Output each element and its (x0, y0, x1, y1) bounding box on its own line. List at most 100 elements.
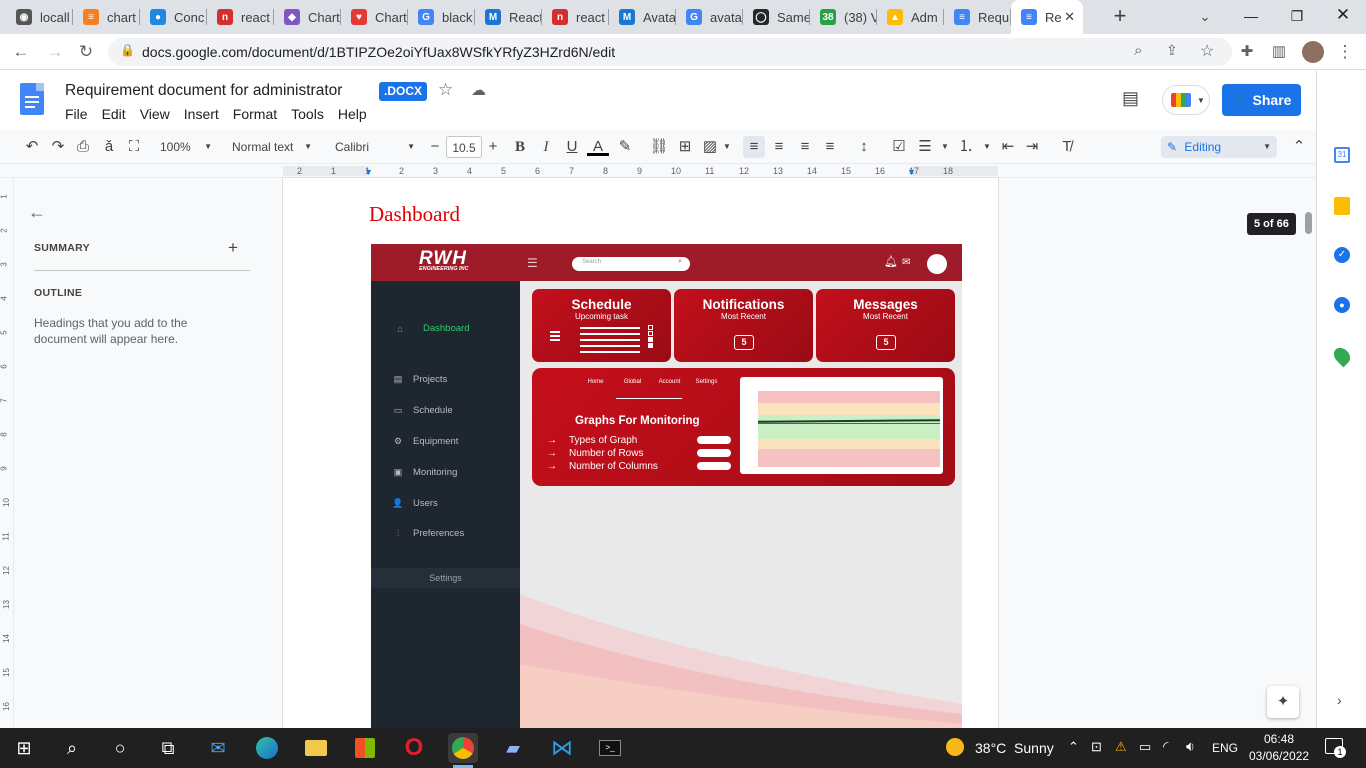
undo-icon[interactable]: ↶ (21, 136, 43, 158)
chevron-down-icon[interactable]: ▼ (934, 136, 956, 158)
redo-icon[interactable]: ↷ (47, 136, 69, 158)
task-view-icon[interactable]: ⧉ (153, 733, 183, 763)
meet-button[interactable]: ▼ (1162, 85, 1210, 115)
document-title[interactable]: Requirement document for administrator (65, 82, 342, 100)
language-indicator[interactable]: ENG (1212, 741, 1238, 755)
zoom-icon[interactable]: ⌕ (1134, 42, 1142, 59)
comments-icon[interactable]: ▤ (1122, 88, 1139, 109)
paint-format-icon[interactable]: ⛶ (123, 136, 145, 158)
text-color-icon[interactable]: A (587, 136, 609, 156)
print-icon[interactable]: ⎙ (72, 136, 94, 158)
mail-app-icon[interactable]: ✉ (203, 733, 233, 763)
browser-tab[interactable]: Gblack (408, 0, 475, 34)
weather-text[interactable]: 38°C Sunny (975, 740, 1054, 756)
zoom-select[interactable]: 100% ▼ (160, 136, 214, 158)
volume-icon[interactable]: 🔉︎ (1186, 738, 1195, 755)
close-tab-icon[interactable]: ✕ (1064, 9, 1075, 25)
browser-tab[interactable]: ♥ Chart (341, 0, 408, 34)
vscode-icon[interactable]: ⋈ (547, 733, 577, 763)
menu-item-view[interactable]: View (133, 106, 177, 124)
new-tab-button[interactable]: + (1108, 5, 1132, 29)
menu-item-format[interactable]: Format (226, 106, 284, 124)
chrome-taskbar-icon[interactable] (448, 733, 478, 763)
bullet-list-icon[interactable]: ☰ (914, 136, 936, 158)
chevron-down-icon[interactable]: ▼ (976, 136, 998, 158)
align-center-icon[interactable]: ≡ (768, 136, 790, 158)
menu-item-insert[interactable]: Insert (177, 106, 226, 124)
battery-icon[interactable]: ▭ (1139, 739, 1151, 755)
decrease-font-icon[interactable]: − (424, 136, 446, 158)
windows-start-icon[interactable]: ⊞ (9, 733, 39, 763)
comment-add-icon[interactable]: ⊞ (674, 136, 696, 158)
menu-item-help[interactable]: Help (331, 106, 374, 124)
scrollbar-thumb[interactable] (1305, 212, 1312, 234)
sidepanel-icon[interactable]: ▥ (1268, 41, 1290, 63)
browser-tab[interactable]: ◆ Chart (274, 0, 341, 34)
indent-marker-icon[interactable]: ▼ (364, 167, 373, 177)
back-icon[interactable]: ← (10, 41, 32, 63)
opera-icon[interactable]: O (399, 733, 429, 763)
decrease-indent-icon[interactable]: ⇤ (997, 136, 1019, 158)
weather-sun-icon[interactable] (946, 738, 964, 756)
explore-button[interactable]: ✦ (1267, 686, 1299, 718)
collapse-menus-icon[interactable]: ⌃ (1288, 136, 1310, 158)
underline-icon[interactable]: U (561, 136, 583, 158)
browser-tab[interactable]: M Avata (609, 0, 676, 34)
editing-mode-select[interactable]: ✎ Editing ▼ (1161, 136, 1277, 158)
minimize-button[interactable]: — (1240, 5, 1262, 27)
edge-icon[interactable] (252, 733, 282, 763)
clock-time[interactable]: 06:48 (1264, 732, 1294, 746)
forward-icon[interactable]: → (44, 41, 66, 63)
bookmark-star-icon[interactable]: ☆ (1200, 41, 1214, 61)
star-icon[interactable]: ☆ (438, 80, 453, 100)
justify-icon[interactable]: ≡ (819, 136, 841, 158)
align-right-icon[interactable]: ≡ (794, 136, 816, 158)
chrome-menu-icon[interactable]: ⋮ (1334, 41, 1356, 63)
tab-search-icon[interactable]: ⌄ (1194, 6, 1216, 28)
extensions-icon[interactable]: ✚ (1236, 41, 1258, 63)
add-summary-icon[interactable]: + (228, 238, 238, 258)
chevron-down-icon[interactable]: ▼ (716, 136, 738, 158)
tray-warning-icon[interactable]: ⚠ (1115, 739, 1127, 755)
share-page-icon[interactable]: ⇪ (1166, 42, 1178, 59)
browser-tab[interactable]: ● Conc (140, 0, 207, 34)
link-icon[interactable]: ⛓ (648, 136, 670, 158)
close-window-button[interactable]: ✕ (1332, 4, 1354, 26)
reload-icon[interactable]: ↻ (75, 41, 97, 63)
address-bar[interactable]: 🔒 docs.google.com/document/d/1BTIPZOe2oi… (108, 38, 1232, 66)
taskbar-app-icon[interactable]: ▰ (498, 733, 528, 763)
line-spacing-icon[interactable]: ↕ (853, 136, 875, 158)
share-button[interactable]: 👤 Share (1222, 84, 1301, 116)
profile-avatar[interactable] (1302, 41, 1324, 63)
cloud-status-icon[interactable]: ☁ (471, 81, 486, 99)
maps-icon[interactable] (1330, 344, 1354, 368)
browser-tab[interactable]: 38 (38) V (810, 0, 877, 34)
menu-item-tools[interactable]: Tools (284, 106, 331, 124)
calendar-icon[interactable]: 31 (1334, 147, 1350, 163)
contacts-icon[interactable]: ● (1334, 297, 1350, 313)
highlight-icon[interactable]: ✎ (614, 136, 636, 158)
clock-date[interactable]: 03/06/2022 (1249, 749, 1309, 763)
font-select[interactable]: Calibri ▼ (331, 136, 417, 158)
browser-tab[interactable]: n react (207, 0, 274, 34)
keep-icon[interactable] (1334, 197, 1350, 215)
terminal-icon[interactable]: >_ (595, 733, 625, 763)
tray-chevron-icon[interactable]: ⌃ (1068, 739, 1079, 755)
browser-tab[interactable]: M React (475, 0, 542, 34)
browser-tab[interactable]: ≡ Re ✕ (1011, 0, 1083, 34)
tray-app-icon[interactable]: ⊡ (1091, 739, 1102, 755)
browser-tab[interactable]: ◯ Same (743, 0, 810, 34)
right-indent-marker-icon[interactable]: ▼ (907, 167, 916, 177)
style-select[interactable]: Normal text ▼ (228, 136, 314, 158)
clear-format-icon[interactable]: T̸ (1056, 136, 1078, 158)
increase-indent-icon[interactable]: ⇥ (1021, 136, 1043, 158)
spellcheck-icon[interactable]: ǎ (98, 136, 120, 158)
file-explorer-icon[interactable] (301, 733, 331, 763)
browser-tab[interactable]: ≡ chart (73, 0, 140, 34)
menu-item-edit[interactable]: Edit (95, 106, 133, 124)
cortana-icon[interactable]: ○ (105, 733, 135, 763)
store-icon[interactable] (350, 733, 380, 763)
docs-logo-icon[interactable] (20, 83, 44, 115)
checklist-icon[interactable]: ☑ (888, 136, 910, 158)
browser-tab[interactable]: ▲ Adm (877, 0, 944, 34)
